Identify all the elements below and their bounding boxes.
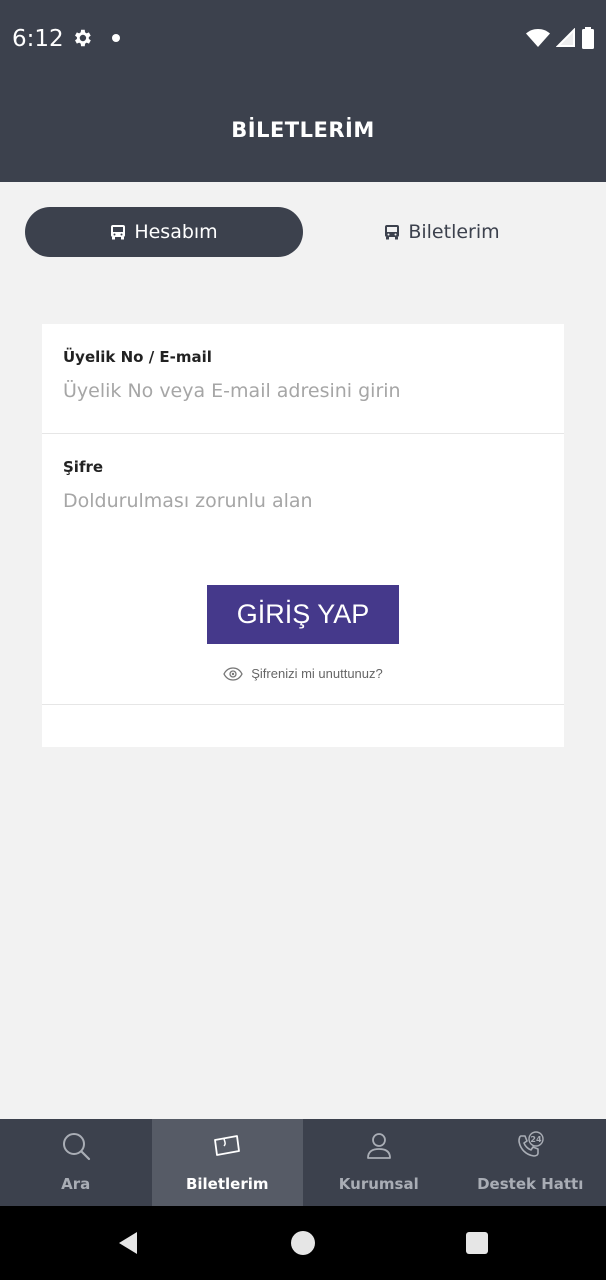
app-header: BİLETLERİM — [0, 78, 606, 182]
nav-item-kurumsal[interactable]: Kurumsal — [303, 1119, 455, 1206]
member-field-label: Üyelik No / E-mail — [63, 348, 212, 366]
user-icon — [366, 1133, 391, 1159]
signal-icon — [556, 28, 575, 47]
wifi-icon — [526, 29, 550, 47]
nav-label: Kurumsal — [338, 1175, 419, 1193]
member-field: Üyelik No / E-mail — [42, 324, 564, 434]
bus-icon — [111, 225, 126, 240]
search-icon — [62, 1133, 90, 1161]
login-card: Üyelik No / E-mail Şifre GİRİŞ YAP Şifre… — [42, 324, 564, 747]
eye-icon — [223, 666, 243, 681]
system-nav-bar — [0, 1206, 606, 1280]
password-field: Şifre — [42, 434, 564, 544]
ticket-icon — [214, 1135, 241, 1156]
support-phone-icon: 24 — [518, 1131, 544, 1157]
tab-label: Hesabım — [134, 221, 218, 243]
member-input[interactable] — [63, 380, 543, 402]
status-time: 6:12 — [12, 26, 64, 52]
bus-icon — [385, 225, 400, 240]
nav-item-destek-hatti[interactable]: 24 Destek Hattı — [455, 1119, 606, 1206]
status-bar: 6:12 — [0, 0, 606, 78]
status-icons — [526, 27, 594, 49]
recents-icon[interactable] — [466, 1232, 488, 1254]
nav-label: Biletlerim — [185, 1175, 269, 1193]
nav-item-ara[interactable]: Ara — [0, 1119, 152, 1206]
forgot-password-text: Şifrenizi mi unuttunuz? — [251, 666, 383, 681]
gear-icon — [75, 29, 91, 47]
password-input[interactable] — [63, 490, 543, 512]
svg-text:24: 24 — [531, 1135, 543, 1144]
battery-icon — [582, 27, 594, 49]
page-title: BİLETLERİM — [231, 118, 375, 142]
password-field-label: Şifre — [63, 458, 104, 476]
forgot-password-link[interactable]: Şifrenizi mi unuttunuz? — [42, 666, 564, 681]
login-button[interactable]: GİRİŞ YAP — [207, 585, 399, 644]
nav-label: Destek Hattı — [477, 1175, 584, 1193]
tab-row: Hesabım Biletlerim — [25, 207, 581, 257]
nav-item-biletlerim[interactable]: Biletlerim — [151, 1119, 303, 1206]
nav-label: Ara — [61, 1175, 91, 1193]
notification-dot-icon — [112, 34, 120, 42]
tab-label: Biletlerim — [408, 221, 500, 243]
divider — [42, 704, 564, 705]
home-icon[interactable] — [291, 1231, 315, 1255]
tab-hesabim[interactable]: Hesabım — [25, 207, 303, 257]
back-icon[interactable] — [116, 1231, 140, 1255]
tab-biletlerim[interactable]: Biletlerim — [303, 207, 581, 257]
bottom-nav: Ara Biletlerim Kurumsal 24 Destek Hattı — [0, 1119, 606, 1206]
